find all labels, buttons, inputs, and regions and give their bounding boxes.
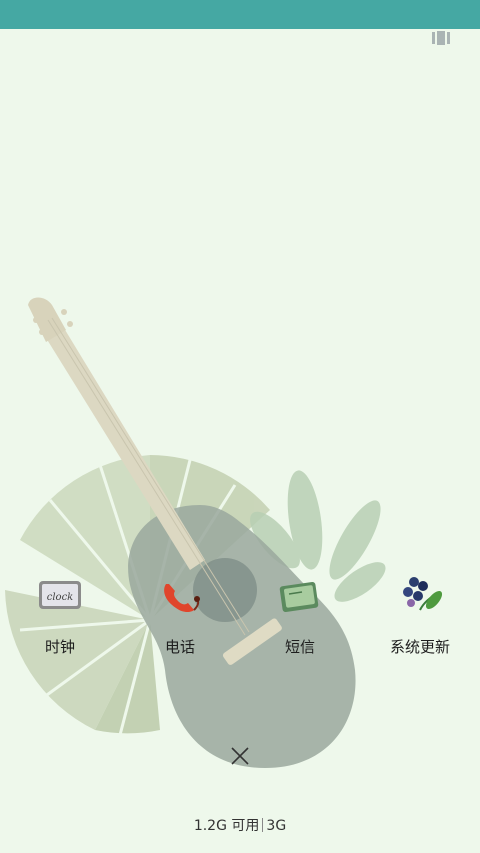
multitask-icon[interactable] bbox=[432, 31, 450, 45]
status-bar bbox=[0, 0, 480, 29]
memory-info: 1.2G 可用 3G bbox=[0, 815, 480, 835]
close-all-button[interactable] bbox=[228, 744, 252, 768]
app-messages[interactable]: 短信 bbox=[252, 570, 348, 657]
memory-available: 1.2G 可用 bbox=[193, 818, 260, 834]
app-phone[interactable]: 电话 bbox=[132, 570, 228, 657]
memory-total: 3G bbox=[266, 818, 287, 834]
app-label: 系统更新 bbox=[389, 638, 450, 656]
app-system-update[interactable]: 系统更新 bbox=[372, 570, 468, 657]
system-update-icon bbox=[394, 570, 446, 622]
app-clock[interactable]: clock 时钟 bbox=[12, 570, 108, 657]
app-label: 时钟 bbox=[44, 638, 75, 656]
divider bbox=[262, 818, 264, 832]
svg-text:clock: clock bbox=[47, 592, 73, 603]
message-icon bbox=[274, 570, 326, 622]
phone-icon bbox=[154, 570, 206, 622]
clock-icon: clock bbox=[34, 570, 86, 622]
app-label: 电话 bbox=[164, 638, 195, 656]
guitar-wallpaper bbox=[5, 297, 386, 768]
app-label: 短信 bbox=[284, 638, 315, 656]
